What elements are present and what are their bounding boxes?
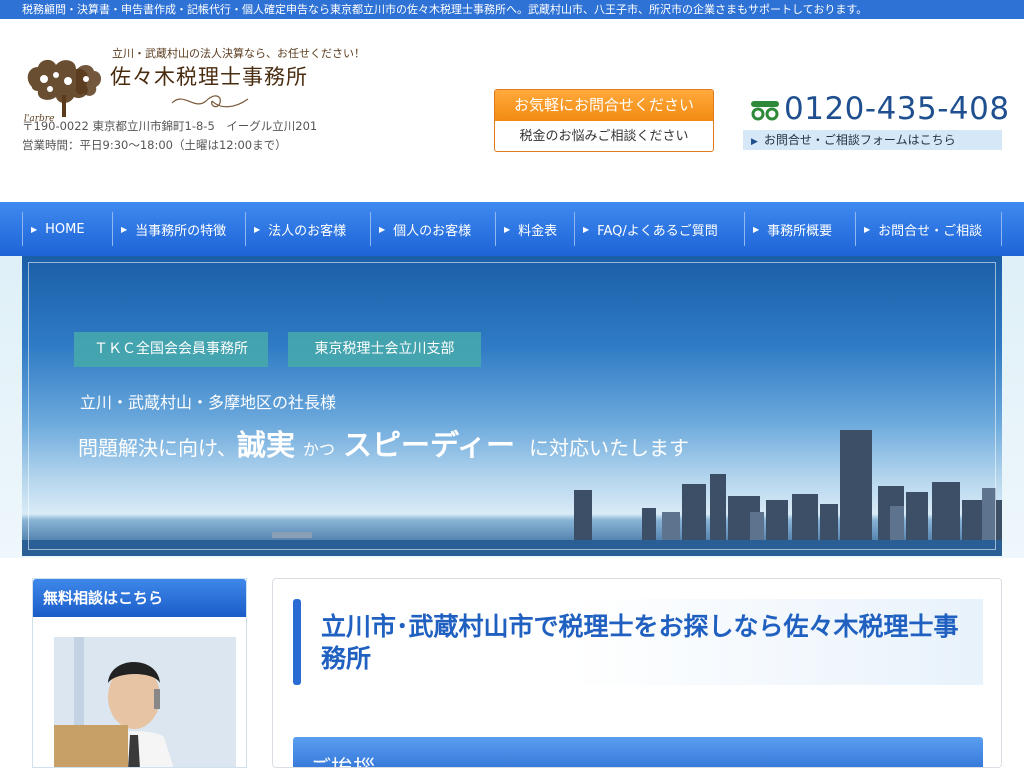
greeting-heading: ご挨拶 [309,751,375,767]
site-header: l'arbre 立川・武蔵村山の法人決算なら、お任せください！ 佐々木税理士事務… [0,19,1024,202]
hero-headline: 問題解決に向け、誠実 かつ スピーディー に対応いたします [78,422,689,464]
contact-form-link-label: お問合せ・ご相談フォームはこちら [763,133,956,147]
address-block: 〒190-0022 東京都立川市錦町1-8-5 イーグル立川201 営業時間：平… [22,117,317,155]
nav-item-contact[interactable]: ▶ お問合せ・ご相談 [855,212,1002,246]
nav-item-home[interactable]: ▶ HOME [22,212,112,246]
contact-form-link[interactable]: ▶ お問合せ・ご相談フォームはこちら [743,130,1002,150]
hero-section: ＴＫＣ全国会会員事務所 東京税理士会立川支部 立川・武蔵村山・多摩地区の社長様 … [0,256,1024,558]
triangle-right-icon: ▶ [254,224,261,234]
consultant-photo [54,637,236,767]
nav-item-office-profile[interactable]: ▶ 事務所概要 [744,212,855,246]
triangle-right-icon: ▶ [751,137,758,147]
sidebar-free-consultation[interactable]: 無料相談はこちら [32,578,247,768]
logo-tree-icon[interactable]: l'arbre [22,49,106,124]
nav-item-features[interactable]: ▶ 当事務所の特徴 [112,212,245,246]
business-hours: 営業時間：平日9:30〜18:00（土曜は12:00まで） [22,138,287,152]
title-accent-bar [293,599,301,685]
hero-headline-part3: かつ [303,440,336,459]
contact-button[interactable]: お気軽にお問合せください 税金のお悩みご相談ください [494,89,714,152]
hero-subtitle: 立川・武蔵村山・多摩地区の社長様 [80,393,337,412]
hero-headline-part2: 誠実 [237,428,296,462]
hero-headline-part5: に対応いたします [529,436,690,460]
badge-tax-association: 東京税理士会立川支部 [288,332,481,367]
address-line: 〒190-0022 東京都立川市錦町1-8-5 イーグル立川201 [22,119,318,133]
hero-skyline-image: ＴＫＣ全国会会員事務所 東京税理士会立川支部 立川・武蔵村山・多摩地区の社長様 … [22,256,1002,556]
logo-swirl-ornament [171,95,249,108]
triangle-right-icon: ▶ [121,224,128,234]
phone-number[interactable]: 0120-435-408 [784,91,1010,127]
triangle-right-icon: ▶ [864,224,871,234]
triangle-right-icon: ▶ [504,224,511,234]
triangle-right-icon: ▶ [753,224,760,234]
contact-button-bottom: 税金のお悩みご相談ください [519,129,689,144]
badge-tkc: ＴＫＣ全国会会員事務所 [74,332,268,367]
nav-item-individual[interactable]: ▶ 個人のお客様 [370,212,495,246]
nav-item-faq[interactable]: ▶ FAQ/よくあるご質問 [574,212,744,246]
triangle-right-icon: ▶ [583,224,590,234]
office-name[interactable]: 佐々木税理士事務所 [110,61,308,91]
hero-headline-part1: 問題解決に向け、 [78,436,237,460]
triangle-right-icon: ▶ [31,224,38,234]
top-announcement-bar: 税務顧問・決算書・申告書作成・記帳代行・個人確定申告なら東京都立川市の佐々木税理… [0,0,1024,19]
nav-item-corporate[interactable]: ▶ 法人のお客様 [245,212,370,246]
nav-item-pricing[interactable]: ▶ 料金表 [495,212,574,246]
triangle-right-icon: ▶ [379,224,386,234]
top-announcement-text: 税務顧問・決算書・申告書作成・記帳代行・個人確定申告なら東京都立川市の佐々木税理… [22,3,868,16]
main-content: 立川市･武蔵村山市で税理士をお探しなら佐々木税理士事務所 ご挨拶 [272,578,1002,768]
greeting-section-header: ご挨拶 [293,737,983,767]
page-title: 立川市･武蔵村山市で税理士をお探しなら佐々木税理士事務所 [321,612,959,673]
sidebar-heading: 無料相談はこちら [33,579,246,617]
free-dial-icon [751,101,779,121]
logo-tagline: 立川・武蔵村山の法人決算なら、お任せください！ [112,47,365,60]
contact-button-top: お気軽にお問合せください [495,90,713,121]
main-navigation: ▶ HOME ▶ 当事務所の特徴 ▶ 法人のお客様 ▶ 個人のお客様 ▶ 料金表 ▶ FAQ… [0,202,1024,256]
main-title-box: 立川市･武蔵村山市で税理士をお探しなら佐々木税理士事務所 [293,599,983,685]
hero-headline-part4: スピーディー [343,428,516,462]
